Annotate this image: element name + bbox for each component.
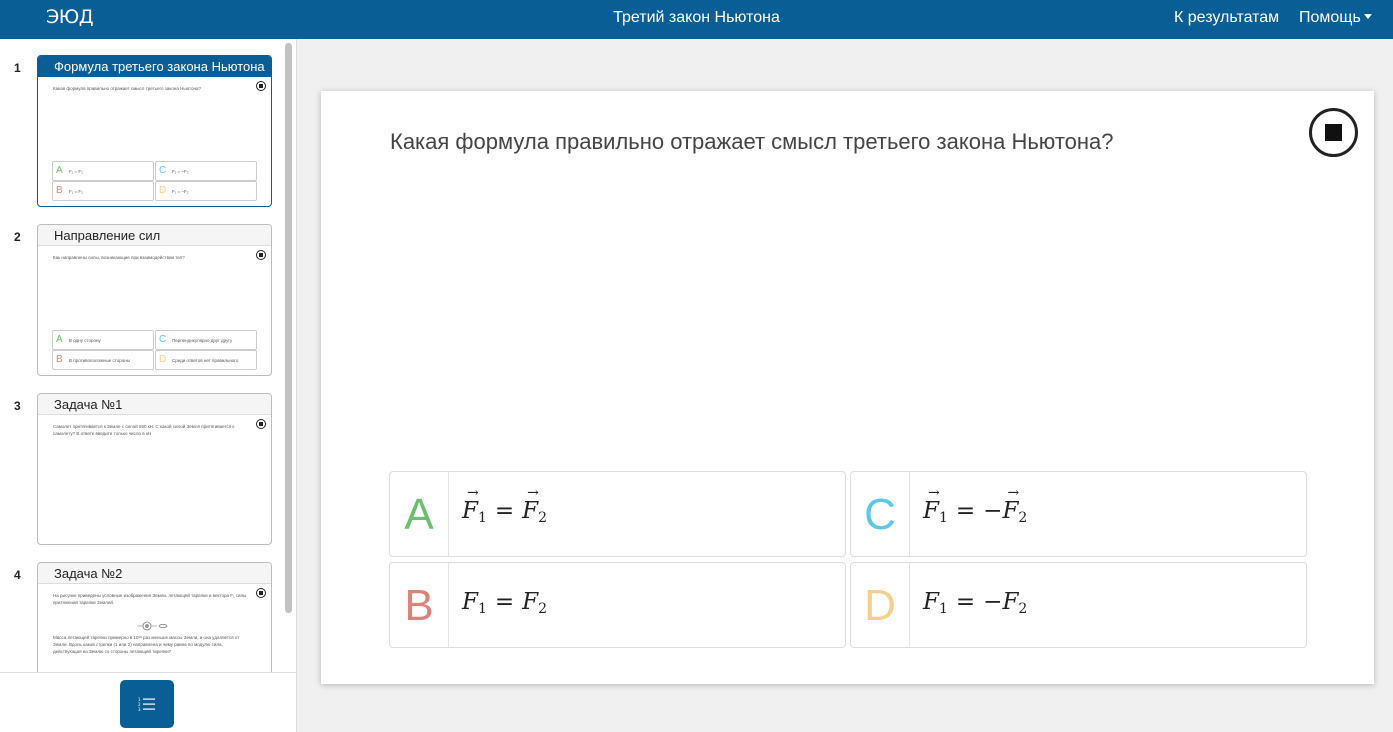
stop-icon	[256, 250, 266, 260]
option-letter: B	[56, 185, 63, 196]
slide-preview: Самолет притягивается к Земле с силой 55…	[38, 415, 271, 544]
slide-preview: На рисунке приведены условные изображени…	[38, 584, 271, 672]
option-text: F₁ = F₂	[69, 169, 83, 174]
slide-option: A F₁ = F₂	[52, 161, 154, 181]
option-letter: A	[56, 334, 63, 345]
slide-number: 2	[14, 230, 21, 244]
slide-number: 3	[14, 399, 21, 413]
slide-option: B В противоположные стороны	[52, 350, 154, 370]
option-letter: C	[159, 165, 167, 176]
slide-card[interactable]: Задача №1 Самолет притягивается к Земле …	[37, 393, 272, 545]
top-bar: ЭЮД Третий закон Ньютона К результатам П…	[0, 0, 1393, 39]
slide-options: A F₁ = F₂ C F₁ = −F₂ B F₁ = F₂ D F₁ = −F₂	[52, 161, 258, 202]
slide-question: Какая формула правильно отражает смысл т…	[53, 86, 201, 91]
sidebar-scrollbar[interactable]	[285, 43, 292, 613]
formula-variable: F1	[923, 589, 948, 617]
slide-question: На рисунке приведены условные изображени…	[53, 593, 247, 606]
slide-options: A В одну сторону C Перпендикулярно друг др…	[52, 330, 258, 371]
option-text: F₁ = −F₂	[172, 169, 189, 174]
formula-operator: =	[494, 589, 515, 615]
answer-formula: F1 = F2	[462, 485, 547, 526]
option-letter: D	[159, 185, 167, 196]
answer-option-d[interactable]: D F1 = −F2	[850, 562, 1307, 648]
stop-icon	[256, 588, 266, 598]
stop-icon	[256, 81, 266, 91]
formula-variable: F2	[522, 485, 547, 526]
answer-option-b[interactable]: B F1 = F2	[389, 562, 846, 648]
svg-text:3: 3	[138, 707, 141, 712]
help-menu[interactable]: Помощь	[1299, 9, 1372, 27]
caret-down-icon	[1363, 14, 1372, 20]
slide-title: Задача №1	[38, 394, 271, 415]
formula-variable: F2	[1002, 485, 1027, 526]
table-of-contents-button[interactable]: 1 2 3	[120, 680, 174, 728]
formula-operator: =	[955, 589, 976, 615]
formula-operator: =	[494, 498, 515, 524]
answer-letter: C	[851, 472, 910, 556]
slide-question-2: Масса летающей тарелки примерно в 10¹⁸ р…	[53, 635, 240, 655]
slide-question: Самолет притягивается к Земле с силой 55…	[53, 424, 235, 437]
slide-option: B F₁ = F₂	[52, 181, 154, 201]
answer-formula: F1 =−F2	[923, 589, 1027, 617]
formula-operator: =	[955, 498, 976, 524]
formula-minus: −	[983, 589, 1003, 615]
answer-formula: F1 =−F2	[923, 485, 1027, 526]
current-slide: Какая формула правильно отражает смысл т…	[321, 91, 1374, 684]
option-letter: C	[159, 334, 167, 345]
answer-letter: A	[390, 472, 449, 556]
slide-option: C F₁ = −F₂	[155, 161, 257, 181]
earth-ufo-illustration	[137, 621, 168, 631]
question-text: Какая формула правильно отражает смысл т…	[390, 129, 1114, 154]
slide-title: Формула третьего закона Ньютона	[38, 56, 271, 77]
answer-formula: F1 = F2	[462, 589, 547, 617]
option-text: В одну сторону	[69, 338, 101, 343]
slide-number: 1	[14, 61, 21, 75]
answer-option-a[interactable]: A F1 = F2	[389, 471, 846, 557]
option-text: Среди ответов нет правильного	[172, 358, 239, 363]
option-text: F₁ = −F₂	[172, 189, 189, 194]
answer-letter: D	[851, 563, 910, 647]
divider	[0, 672, 296, 673]
option-letter: A	[56, 165, 63, 176]
slide-preview: Какая формула правильно отражает смысл т…	[38, 77, 271, 206]
option-text: F₁ = F₂	[69, 189, 83, 194]
slide-card[interactable]: Направление сил Как направлены силы, воз…	[37, 224, 272, 376]
option-letter: D	[159, 354, 167, 365]
stop-button[interactable]	[1309, 108, 1358, 157]
answer-letter: B	[390, 563, 449, 647]
slide-number: 4	[14, 568, 21, 582]
slide-card[interactable]: Задача №2 На рисунке приведены условные …	[37, 562, 272, 672]
slide-title: Направление сил	[38, 225, 271, 246]
option-text: Перпендикулярно друг другу	[172, 338, 233, 343]
answer-option-c[interactable]: C F1 =−F2	[850, 471, 1307, 557]
slide-card[interactable]: Формула третьего закона Ньютона Какая фо…	[37, 55, 272, 207]
stop-icon	[1325, 124, 1342, 141]
slide-option: A В одну сторону	[52, 330, 154, 350]
slide-title: Задача №2	[38, 563, 271, 584]
results-link[interactable]: К результатам	[1174, 9, 1279, 27]
formula-variable: F2	[522, 589, 548, 617]
formula-variable: F1	[462, 485, 487, 526]
help-menu-label: Помощь	[1299, 9, 1361, 26]
formula-minus: −	[983, 498, 1003, 524]
slides-sidebar: 1 Формула третьего закона Ньютона Какая …	[0, 39, 297, 732]
formula-variable: F1	[923, 485, 948, 526]
slide-option: D F₁ = −F₂	[155, 181, 257, 201]
stop-icon	[256, 419, 266, 429]
list-icon: 1 2 3	[138, 697, 155, 712]
slides-list: 1 Формула третьего закона Ньютона Какая …	[0, 39, 296, 672]
option-text: В противоположные стороны	[69, 358, 130, 363]
slide-preview: Как направлены силы, возникающие при вза…	[38, 246, 271, 375]
slide-option: D Среди ответов нет правильного	[155, 350, 257, 370]
formula-variable: F1	[462, 589, 487, 617]
option-letter: B	[56, 354, 63, 365]
slide-option: C Перпендикулярно друг другу	[155, 330, 257, 350]
formula-variable: F2	[1002, 589, 1028, 617]
slide-question: Как направлены силы, возникающие при вза…	[53, 255, 185, 260]
